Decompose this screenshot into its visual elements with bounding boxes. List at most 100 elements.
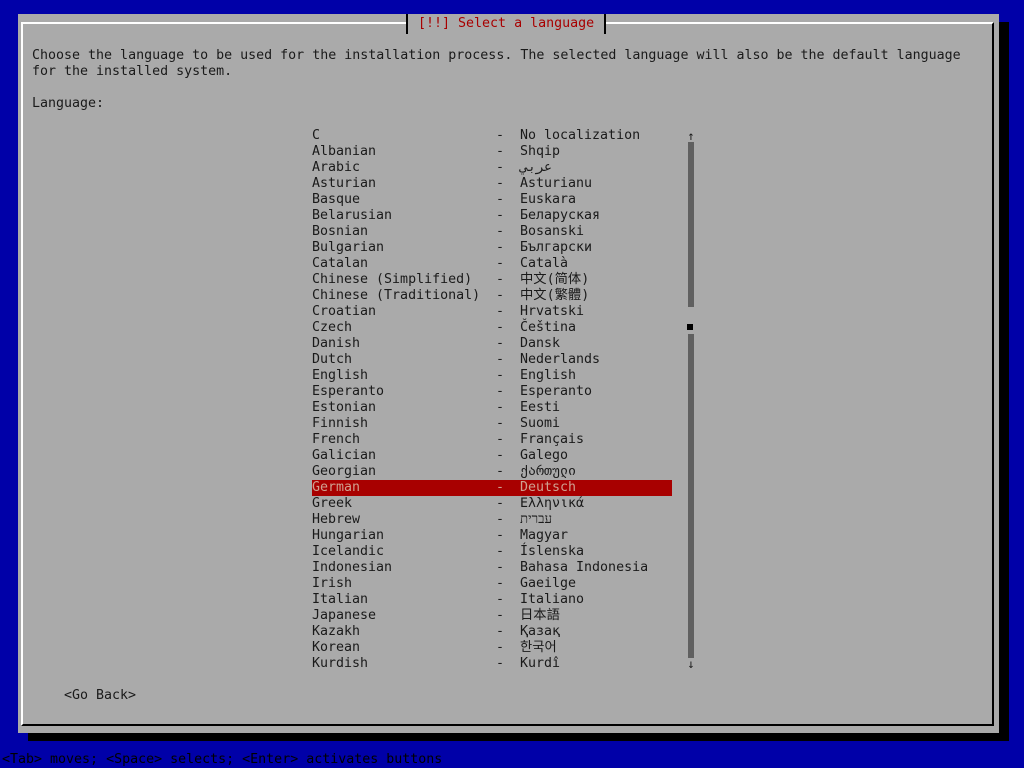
language-option[interactable]: Georgian - ქართული bbox=[312, 464, 672, 480]
language-option-selected[interactable]: German - Deutsch bbox=[312, 480, 672, 496]
language-name: Catalan bbox=[312, 256, 369, 271]
scrollbar-thumb[interactable] bbox=[687, 324, 693, 330]
language-name: German bbox=[312, 480, 361, 495]
language-name: Czech bbox=[312, 320, 353, 335]
scroll-down-arrow-icon[interactable]: ↓ bbox=[686, 656, 696, 672]
language-option[interactable]: Hebrew - עברית bbox=[312, 512, 672, 528]
language-name: C bbox=[312, 128, 321, 143]
separator-dash: - bbox=[496, 352, 505, 367]
language-name: Kazakh bbox=[312, 624, 361, 639]
language-option[interactable]: Icelandic - Íslenska bbox=[312, 544, 672, 560]
go-back-button[interactable]: <Go Back> bbox=[64, 688, 136, 704]
language-option[interactable]: Japanese - 日本語 bbox=[312, 608, 672, 624]
language-option[interactable]: Greek - Ελληνικά bbox=[312, 496, 672, 512]
language-option[interactable]: French - Français bbox=[312, 432, 672, 448]
language-option[interactable]: Italian - Italiano bbox=[312, 592, 672, 608]
separator-dash: - bbox=[496, 224, 505, 239]
language-native-name: Bosanski bbox=[520, 224, 585, 239]
language-native-name: Suomi bbox=[520, 416, 561, 431]
language-option[interactable]: Bosnian - Bosanski bbox=[312, 224, 672, 240]
scrollbar-track[interactable] bbox=[688, 142, 694, 658]
language-option[interactable]: Arabic - عربي bbox=[312, 160, 672, 176]
language-name: Italian bbox=[312, 592, 369, 607]
language-name: Basque bbox=[312, 192, 361, 207]
separator-dash: - bbox=[496, 544, 505, 559]
language-name: Korean bbox=[312, 640, 361, 655]
language-name: Indonesian bbox=[312, 560, 393, 575]
separator-dash: - bbox=[496, 368, 505, 383]
language-name: Belarusian bbox=[312, 208, 393, 223]
language-native-name: Hrvatski bbox=[520, 304, 585, 319]
language-name: Kurdish bbox=[312, 656, 369, 671]
separator-dash: - bbox=[496, 304, 505, 319]
language-name: Japanese bbox=[312, 608, 377, 623]
language-option[interactable]: Korean - 한국어 bbox=[312, 640, 672, 656]
language-option[interactable]: C - No localization bbox=[312, 128, 672, 144]
language-option[interactable]: Basque - Euskara bbox=[312, 192, 672, 208]
language-name: Georgian bbox=[312, 464, 377, 479]
separator-dash: - bbox=[496, 144, 505, 159]
language-native-name: Esperanto bbox=[520, 384, 593, 399]
separator-dash: - bbox=[496, 656, 505, 671]
language-name: Croatian bbox=[312, 304, 377, 319]
language-option[interactable]: Asturian - Asturianu bbox=[312, 176, 672, 192]
language-name: French bbox=[312, 432, 361, 447]
separator-dash: - bbox=[496, 528, 505, 543]
language-name: Finnish bbox=[312, 416, 369, 431]
separator-dash: - bbox=[496, 576, 505, 591]
language-option[interactable]: Estonian - Eesti bbox=[312, 400, 672, 416]
dialog-title: [!!] Select a language bbox=[406, 14, 607, 34]
language-native-name: Dansk bbox=[520, 336, 561, 351]
language-option[interactable]: Dutch - Nederlands bbox=[312, 352, 672, 368]
language-native-name: 中文(简体) bbox=[520, 272, 590, 287]
language-native-name: Kurdî bbox=[520, 656, 561, 671]
language-name: Esperanto bbox=[312, 384, 385, 399]
language-option[interactable]: Kazakh - Қазақ bbox=[312, 624, 672, 640]
language-option[interactable]: Belarusian - Беларуская bbox=[312, 208, 672, 224]
language-option[interactable]: Czech - Čeština bbox=[312, 320, 672, 336]
language-label: Language: bbox=[32, 96, 105, 111]
language-option[interactable]: Albanian - Shqip bbox=[312, 144, 672, 160]
separator-dash: - bbox=[496, 208, 505, 223]
language-option[interactable]: English - English bbox=[312, 368, 672, 384]
language-native-name: Euskara bbox=[520, 192, 577, 207]
language-native-name: Italiano bbox=[520, 592, 585, 607]
language-name: Chinese (Traditional) bbox=[312, 288, 481, 303]
language-option[interactable]: Croatian - Hrvatski bbox=[312, 304, 672, 320]
language-name: Estonian bbox=[312, 400, 377, 415]
language-option[interactable]: Esperanto - Esperanto bbox=[312, 384, 672, 400]
language-option[interactable]: Kurdish - Kurdî bbox=[312, 656, 672, 672]
language-option[interactable]: Finnish - Suomi bbox=[312, 416, 672, 432]
language-native-name: English bbox=[520, 368, 577, 383]
separator-dash: - bbox=[496, 624, 505, 639]
language-native-name: Asturianu bbox=[520, 176, 593, 191]
language-option[interactable]: Galician - Galego bbox=[312, 448, 672, 464]
language-name: Irish bbox=[312, 576, 353, 591]
language-native-name: عربي bbox=[520, 160, 553, 175]
language-option[interactable]: Chinese (Traditional) - 中文(繁體) bbox=[312, 288, 672, 304]
language-option[interactable]: Hungarian - Magyar bbox=[312, 528, 672, 544]
separator-dash: - bbox=[496, 560, 505, 575]
language-option[interactable]: Chinese (Simplified) - 中文(简体) bbox=[312, 272, 672, 288]
language-option[interactable]: Indonesian - Bahasa Indonesia bbox=[312, 560, 672, 576]
language-name: Arabic bbox=[312, 160, 361, 175]
language-option[interactable]: Catalan - Català bbox=[312, 256, 672, 272]
language-native-name: Magyar bbox=[520, 528, 569, 543]
language-list-scrollbar[interactable]: ↑ ↓ bbox=[686, 128, 696, 672]
scroll-up-arrow-icon[interactable]: ↑ bbox=[686, 128, 696, 144]
separator-dash: - bbox=[496, 448, 505, 463]
separator-dash: - bbox=[496, 592, 505, 607]
language-name: Galician bbox=[312, 448, 377, 463]
language-dialog: [!!] Select a language Choose the langua… bbox=[18, 14, 999, 733]
language-native-name: Nederlands bbox=[520, 352, 601, 367]
language-option[interactable]: Bulgarian - Български bbox=[312, 240, 672, 256]
language-native-name: ქართული bbox=[520, 464, 577, 479]
language-name: Bosnian bbox=[312, 224, 369, 239]
language-option[interactable]: Danish - Dansk bbox=[312, 336, 672, 352]
language-native-name: Shqip bbox=[520, 144, 561, 159]
separator-dash: - bbox=[496, 640, 505, 655]
language-list[interactable]: C - No localization Albanian - Shqip Arabic - عر… bbox=[312, 128, 672, 672]
language-option[interactable]: Irish - Gaeilge bbox=[312, 576, 672, 592]
separator-dash: - bbox=[496, 272, 505, 287]
status-bar-help: <Tab> moves; <Space> selects; <Enter> ac… bbox=[2, 752, 443, 767]
